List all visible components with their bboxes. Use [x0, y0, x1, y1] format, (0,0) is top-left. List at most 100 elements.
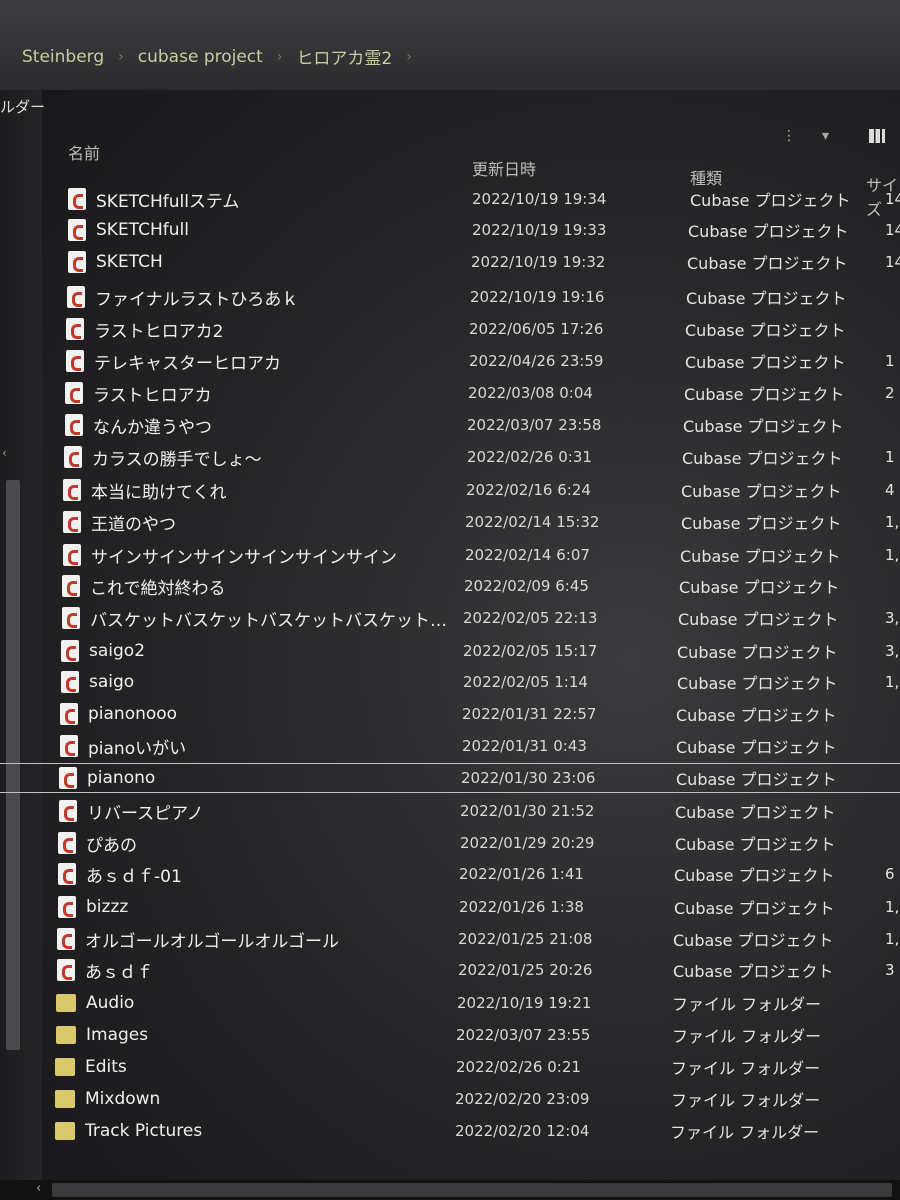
file-type: Cubase プロジェクト: [678, 610, 839, 629]
file-name: ラストヒロアカ: [93, 385, 212, 406]
folder-row[interactable]: Images 2022/03/07 23:55 ファイル フォルダー: [0, 1021, 900, 1049]
file-row[interactable]: SKETCHfull 2022/10/19 19:33 Cubase プロジェクト 1…: [0, 216, 900, 244]
file-row[interactable]: リバースピアノ 2022/01/30 21:52 Cubase プロジェクト: [0, 797, 900, 825]
file-name: Mixdown: [85, 1089, 161, 1109]
file-name: 本当に助けてくれ: [91, 482, 227, 503]
file-name: 王道のやつ: [91, 514, 176, 535]
file-row[interactable]: pianoいがい 2022/01/31 0:43 Cubase プロジェクト: [0, 732, 900, 760]
file-row[interactable]: カラスの勝手でしょ〜 2022/02/26 0:31 Cubase プロジェクト 1: [0, 443, 900, 471]
file-name: ラストヒロアカ2: [94, 321, 224, 342]
file-type: Cubase プロジェクト: [679, 578, 840, 597]
file-row[interactable]: 本当に助けてくれ 2022/02/16 6:24 Cubase プロジェクト 4: [0, 476, 900, 504]
file-row[interactable]: pianoոοοο 2022/01/31 22:57 Cubase プロジェクト: [0, 700, 900, 728]
file-size: 1,: [885, 546, 900, 564]
file-row[interactable]: なんか違うやつ 2022/03/07 23:58 Cubase プロジェクト: [0, 411, 900, 439]
cubase-project-icon: [67, 286, 85, 308]
file-size: 1: [885, 448, 895, 466]
file-row[interactable]: あｓｄｆ-01 2022/01/26 1:41 Cubase プロジェクト 6: [0, 860, 900, 888]
file-type: Cubase プロジェクト: [681, 514, 842, 533]
cubase-project-icon: [59, 800, 77, 822]
cubase-project-icon: [68, 251, 86, 273]
file-name: SKETCH: [96, 252, 163, 272]
file-name: バスケットバスケットバスケットバスケットボールボ...: [90, 610, 450, 631]
file-type: Cubase プロジェクト: [680, 547, 841, 566]
file-type: Cubase プロジェクト: [686, 289, 847, 308]
folder-row[interactable]: Audio 2022/10/19 19:21 ファイル フォルダー: [0, 989, 900, 1017]
column-header-name[interactable]: 名前: [68, 140, 100, 164]
file-row[interactable]: SKETCHfullステム 2022/10/19 19:34 Cubase プロジェ…: [0, 185, 900, 213]
file-size: 3,: [885, 609, 900, 627]
file-row[interactable]: ラストヒロアカ2 2022/06/05 17:26 Cubase プロジェクト: [0, 315, 900, 343]
folder-icon: [55, 1058, 75, 1076]
folder-row[interactable]: Mixdown 2022/02/20 23:09 ファイル フォルダー: [0, 1085, 900, 1113]
file-row[interactable]: SKETCH 2022/10/19 19:32 Cubase プロジェクト 14: [0, 248, 900, 276]
file-row[interactable]: あｓｄｆ 2022/01/25 20:26 Cubase プロジェクト 3: [0, 956, 900, 984]
folder-row[interactable]: Edits 2022/02/26 0:21 ファイル フォルダー: [0, 1053, 900, 1081]
file-type: ファイル フォルダー: [671, 1091, 821, 1110]
file-name: pianono: [87, 768, 156, 788]
file-row[interactable]: 王道のやつ 2022/02/14 15:32 Cubase プロジェクト 1,: [0, 508, 900, 536]
modified-date: 2022/02/16 6:24: [466, 481, 591, 499]
cubase-project-icon: [57, 928, 75, 950]
cubase-project-icon: [58, 863, 76, 885]
file-name: Track Pictures: [85, 1121, 203, 1141]
breadcrumb-steinberg[interactable]: Steinberg: [22, 47, 104, 67]
file-row[interactable]: サインサインサインサインサインサイン 2022/02/14 6:07 Cubase …: [0, 541, 900, 569]
file-row[interactable]: saigo2 2022/02/05 15:17 Cubase プロジェクト 3,: [0, 637, 900, 665]
breadcrumb-current-folder[interactable]: ヒロアカ霊2: [296, 44, 392, 69]
file-name: サインサインサインサインサインサイン: [91, 547, 397, 568]
cubase-project-icon: [63, 479, 81, 501]
file-row[interactable]: saigo 2022/02/05 1:14 Cubase プロジェクト 1,: [0, 668, 900, 696]
more-options-icon[interactable]: ⋮: [782, 128, 796, 144]
file-type: Cubase プロジェクト: [685, 353, 846, 372]
file-row[interactable]: bizzz 2022/01/26 1:38 Cubase プロジェクト 1,3: [0, 893, 900, 921]
folder-row[interactable]: Track Pictures 2022/02/20 12:04 ファイル フォルダー: [0, 1117, 900, 1145]
modified-date: 2022/01/31 0:43: [462, 737, 587, 755]
cubase-project-icon: [59, 767, 77, 789]
cubase-project-icon: [63, 511, 81, 533]
cubase-project-icon: [66, 318, 84, 340]
file-row[interactable]: これで絶対終わる 2022/02/09 6:45 Cubase プロジェクト: [0, 572, 900, 600]
modified-date: 2022/01/25 20:26: [458, 961, 593, 979]
modified-date: 2022/01/26 1:38: [459, 898, 584, 916]
file-name: bizzz: [86, 897, 129, 917]
modified-date: 2022/02/09 6:45: [464, 577, 589, 595]
breadcrumb-cubase-project[interactable]: cubase project: [138, 47, 263, 67]
file-type: Cubase プロジェクト: [684, 385, 845, 404]
file-type: Cubase プロジェクト: [688, 222, 849, 241]
horizontal-scrollbar[interactable]: [52, 1183, 892, 1197]
file-type: Cubase プロジェクト: [687, 254, 848, 273]
file-type: Cubase プロジェクト: [676, 706, 837, 725]
file-row[interactable]: ラストヒロアカ 2022/03/08 0:04 Cubase プロジェクト 2: [0, 379, 900, 407]
file-type: Cubase プロジェクト: [690, 191, 851, 210]
chevron-down-icon[interactable]: ▾: [822, 128, 829, 144]
file-row[interactable]: バスケットバスケットバスケットバスケットボールボ... 2022/02/05 22…: [0, 604, 900, 632]
window-background: [0, 0, 900, 1200]
file-row[interactable]: ぴあの 2022/01/29 20:29 Cubase プロジェクト: [0, 829, 900, 857]
modified-date: 2022/01/30 23:06: [461, 769, 596, 787]
file-type: Cubase プロジェクト: [677, 674, 838, 693]
chevron-left-icon[interactable]: ‹: [36, 1181, 41, 1196]
file-type: Cubase プロジェクト: [677, 643, 838, 662]
cubase-project-icon: [57, 959, 75, 981]
file-row[interactable]: ファイナルラストひろあｋ 2022/10/19 19:16 Cubase プロジェク…: [0, 283, 900, 311]
modified-date: 2022/02/26 0:31: [467, 448, 592, 466]
file-row[interactable]: オルゴールオルゴールオルゴール 2022/01/25 21:08 Cubase プロ…: [0, 925, 900, 953]
modified-date: 2022/03/07 23:55: [456, 1026, 591, 1044]
file-row[interactable]: pianono 2022/01/30 23:06 Cubase プロジェクト: [0, 763, 900, 793]
file-name: pianoոοοο: [88, 704, 178, 724]
file-size: 3,: [885, 642, 900, 660]
details-view-icon[interactable]: [869, 129, 886, 143]
folder-icon: [55, 1090, 75, 1108]
file-name: saigo: [89, 672, 135, 692]
chevron-right-icon: ›: [276, 48, 283, 65]
file-name: あｓｄｆ-01: [86, 866, 182, 887]
file-row[interactable]: テレキャスターヒロアカ 2022/04/26 23:59 Cubase プロジェクト…: [0, 347, 900, 375]
modified-date: 2022/02/20 12:04: [455, 1122, 590, 1140]
column-header-date[interactable]: 更新日時: [472, 156, 536, 180]
breadcrumb: Steinberg › cubase project › ヒロアカ霊2 ›: [22, 44, 426, 70]
file-name: あｓｄｆ: [85, 962, 153, 983]
navigation-folder-label[interactable]: ルダー: [0, 96, 45, 117]
file-size: 6: [885, 865, 895, 883]
modified-date: 2022/02/05 15:17: [463, 642, 598, 660]
